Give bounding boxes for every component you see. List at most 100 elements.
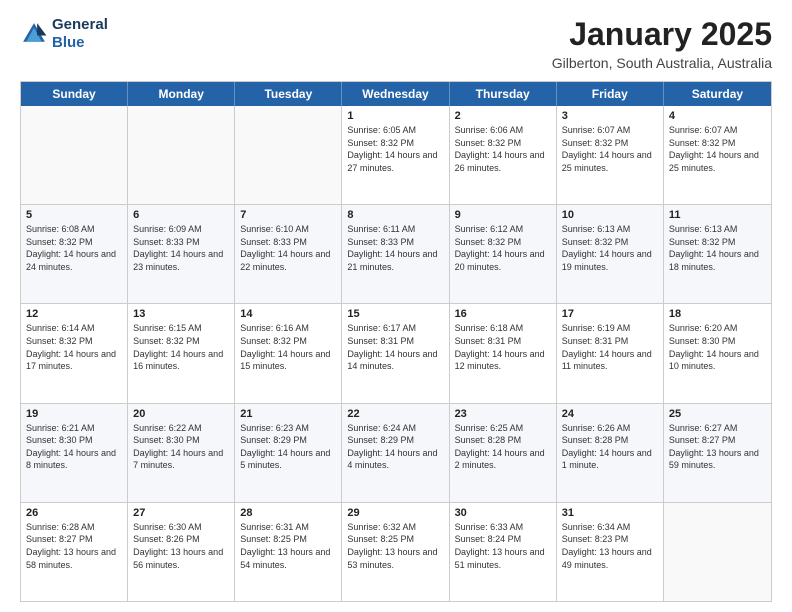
cell-date-number: 26 — [26, 507, 122, 519]
cell-sun-info: Sunrise: 6:34 AM Sunset: 8:23 PM Dayligh… — [562, 521, 658, 571]
calendar-cell: 10 Sunrise: 6:13 AM Sunset: 8:32 PM Dayli… — [557, 205, 664, 303]
cell-sun-info: Sunrise: 6:25 AM Sunset: 8:28 PM Dayligh… — [455, 422, 551, 472]
cell-date-number: 10 — [562, 209, 658, 221]
cell-date-number: 18 — [669, 308, 766, 320]
cell-sun-info: Sunrise: 6:11 AM Sunset: 8:33 PM Dayligh… — [347, 223, 443, 273]
calendar-cell: 21Sunrise: 6:23 AM Sunset: 8:29 PM Dayli… — [235, 404, 342, 502]
weekday-header: Monday — [128, 82, 235, 106]
logo-text: General Blue — [52, 16, 108, 52]
calendar-cell — [21, 106, 128, 204]
calendar-cell: 31 Sunrise: 6:34 AM Sunset: 8:23 PM Dayli… — [557, 503, 664, 601]
calendar-cell: 24 Sunrise: 6:26 AM Sunset: 8:28 PM Dayli… — [557, 404, 664, 502]
cell-date-number: 8 — [347, 209, 443, 221]
weekday-header: Tuesday — [235, 82, 342, 106]
calendar-row: 26 Sunrise: 6:28 AM Sunset: 8:27 PM Dayli… — [21, 503, 771, 601]
cell-sun-info: Sunrise: 6:24 AM Sunset: 8:29 PM Dayligh… — [347, 422, 443, 472]
logo-icon — [20, 20, 48, 48]
weekday-header: Sunday — [21, 82, 128, 106]
calendar-cell: 16 Sunrise: 6:18 AM Sunset: 8:31 PM Dayli… — [450, 304, 557, 402]
calendar-cell: 19 Sunrise: 6:21 AM Sunset: 8:30 PM Dayli… — [21, 404, 128, 502]
calendar-cell: 1Sunrise: 6:05 AM Sunset: 8:32 PM Daylig… — [342, 106, 449, 204]
calendar-cell: 4 Sunrise: 6:07 AM Sunset: 8:32 PM Daylig… — [664, 106, 771, 204]
cell-date-number: 6 — [133, 209, 229, 221]
calendar-cell: 13 Sunrise: 6:15 AM Sunset: 8:32 PM Dayli… — [128, 304, 235, 402]
cell-sun-info: Sunrise: 6:09 AM Sunset: 8:33 PM Dayligh… — [133, 223, 229, 273]
cell-date-number: 31 — [562, 507, 658, 519]
cell-sun-info: Sunrise: 6:07 AM Sunset: 8:32 PM Dayligh… — [562, 124, 658, 174]
calendar-cell: 5 Sunrise: 6:08 AM Sunset: 8:32 PM Daylig… — [21, 205, 128, 303]
calendar-cell: 29Sunrise: 6:32 AM Sunset: 8:25 PM Dayli… — [342, 503, 449, 601]
calendar-cell — [128, 106, 235, 204]
calendar-cell: 20Sunrise: 6:22 AM Sunset: 8:30 PM Dayli… — [128, 404, 235, 502]
cell-sun-info: Sunrise: 6:27 AM Sunset: 8:27 PM Dayligh… — [669, 422, 766, 472]
cell-sun-info: Sunrise: 6:13 AM Sunset: 8:32 PM Dayligh… — [562, 223, 658, 273]
cell-date-number: 16 — [455, 308, 551, 320]
cell-sun-info: Sunrise: 6:21 AM Sunset: 8:30 PM Dayligh… — [26, 422, 122, 472]
cell-date-number: 29 — [347, 507, 443, 519]
location-subtitle: Gilberton, South Australia, Australia — [552, 55, 772, 71]
cell-sun-info: Sunrise: 6:16 AM Sunset: 8:32 PM Dayligh… — [240, 322, 336, 372]
cell-sun-info: Sunrise: 6:17 AM Sunset: 8:31 PM Dayligh… — [347, 322, 443, 372]
calendar-cell: 25 Sunrise: 6:27 AM Sunset: 8:27 PM Dayli… — [664, 404, 771, 502]
calendar-cell: 3Sunrise: 6:07 AM Sunset: 8:32 PM Daylig… — [557, 106, 664, 204]
calendar-cell: 11 Sunrise: 6:13 AM Sunset: 8:32 PM Dayli… — [664, 205, 771, 303]
cell-sun-info: Sunrise: 6:33 AM Sunset: 8:24 PM Dayligh… — [455, 521, 551, 571]
cell-sun-info: Sunrise: 6:31 AM Sunset: 8:25 PM Dayligh… — [240, 521, 336, 571]
cell-date-number: 4 — [669, 110, 766, 122]
calendar-cell: 18 Sunrise: 6:20 AM Sunset: 8:30 PM Dayli… — [664, 304, 771, 402]
cell-sun-info: Sunrise: 6:12 AM Sunset: 8:32 PM Dayligh… — [455, 223, 551, 273]
cell-date-number: 24 — [562, 408, 658, 420]
cell-date-number: 15 — [347, 308, 443, 320]
cell-sun-info: Sunrise: 6:28 AM Sunset: 8:27 PM Dayligh… — [26, 521, 122, 571]
cell-date-number: 19 — [26, 408, 122, 420]
cell-sun-info: Sunrise: 6:19 AM Sunset: 8:31 PM Dayligh… — [562, 322, 658, 372]
cell-date-number: 14 — [240, 308, 336, 320]
cell-sun-info: Sunrise: 6:26 AM Sunset: 8:28 PM Dayligh… — [562, 422, 658, 472]
calendar-cell: 15 Sunrise: 6:17 AM Sunset: 8:31 PM Dayli… — [342, 304, 449, 402]
cell-sun-info: Sunrise: 6:23 AM Sunset: 8:29 PM Dayligh… — [240, 422, 336, 472]
calendar-body: 1Sunrise: 6:05 AM Sunset: 8:32 PM Daylig… — [21, 106, 771, 601]
cell-sun-info: Sunrise: 6:13 AM Sunset: 8:32 PM Dayligh… — [669, 223, 766, 273]
cell-date-number: 28 — [240, 507, 336, 519]
calendar-cell: 8 Sunrise: 6:11 AM Sunset: 8:33 PM Daylig… — [342, 205, 449, 303]
calendar-cell: 2 Sunrise: 6:06 AM Sunset: 8:32 PM Daylig… — [450, 106, 557, 204]
header: General Blue January 2025 Gilberton, Sou… — [20, 16, 772, 71]
cell-sun-info: Sunrise: 6:07 AM Sunset: 8:32 PM Dayligh… — [669, 124, 766, 174]
cell-date-number: 13 — [133, 308, 229, 320]
cell-date-number: 30 — [455, 507, 551, 519]
cell-date-number: 7 — [240, 209, 336, 221]
title-block: January 2025 Gilberton, South Australia,… — [552, 16, 772, 71]
cell-sun-info: Sunrise: 6:20 AM Sunset: 8:30 PM Dayligh… — [669, 322, 766, 372]
cell-sun-info: Sunrise: 6:14 AM Sunset: 8:32 PM Dayligh… — [26, 322, 122, 372]
cell-date-number: 25 — [669, 408, 766, 420]
page: General Blue January 2025 Gilberton, Sou… — [0, 0, 792, 612]
calendar-cell: 9Sunrise: 6:12 AM Sunset: 8:32 PM Daylig… — [450, 205, 557, 303]
cell-date-number: 1 — [347, 110, 443, 122]
cell-sun-info: Sunrise: 6:10 AM Sunset: 8:33 PM Dayligh… — [240, 223, 336, 273]
calendar-row: 1Sunrise: 6:05 AM Sunset: 8:32 PM Daylig… — [21, 106, 771, 205]
cell-date-number: 2 — [455, 110, 551, 122]
cell-date-number: 20 — [133, 408, 229, 420]
calendar-row: 12Sunrise: 6:14 AM Sunset: 8:32 PM Dayli… — [21, 304, 771, 403]
cell-date-number: 17 — [562, 308, 658, 320]
weekday-header: Thursday — [450, 82, 557, 106]
calendar-row: 19 Sunrise: 6:21 AM Sunset: 8:30 PM Dayli… — [21, 404, 771, 503]
cell-sun-info: Sunrise: 6:08 AM Sunset: 8:32 PM Dayligh… — [26, 223, 122, 273]
calendar-cell: 7 Sunrise: 6:10 AM Sunset: 8:33 PM Daylig… — [235, 205, 342, 303]
calendar-cell — [235, 106, 342, 204]
calendar-cell — [664, 503, 771, 601]
cell-date-number: 5 — [26, 209, 122, 221]
calendar-cell: 17 Sunrise: 6:19 AM Sunset: 8:31 PM Dayli… — [557, 304, 664, 402]
cell-sun-info: Sunrise: 6:06 AM Sunset: 8:32 PM Dayligh… — [455, 124, 551, 174]
calendar-cell: 30 Sunrise: 6:33 AM Sunset: 8:24 PM Dayli… — [450, 503, 557, 601]
weekday-header: Wednesday — [342, 82, 449, 106]
logo: General Blue — [20, 16, 108, 52]
cell-sun-info: Sunrise: 6:18 AM Sunset: 8:31 PM Dayligh… — [455, 322, 551, 372]
cell-sun-info: Sunrise: 6:15 AM Sunset: 8:32 PM Dayligh… — [133, 322, 229, 372]
calendar-cell: 22Sunrise: 6:24 AM Sunset: 8:29 PM Dayli… — [342, 404, 449, 502]
calendar-cell: 6 Sunrise: 6:09 AM Sunset: 8:33 PM Daylig… — [128, 205, 235, 303]
calendar-header: SundayMondayTuesdayWednesdayThursdayFrid… — [21, 82, 771, 106]
calendar-cell: 23Sunrise: 6:25 AM Sunset: 8:28 PM Dayli… — [450, 404, 557, 502]
cell-date-number: 27 — [133, 507, 229, 519]
cell-date-number: 11 — [669, 209, 766, 221]
